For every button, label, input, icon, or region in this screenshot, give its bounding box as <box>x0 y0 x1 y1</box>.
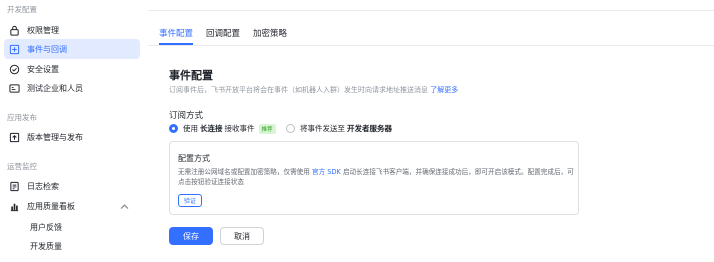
option-text: 接收事件 <box>224 124 255 133</box>
sidebar-item-log-search[interactable]: 日志检索 <box>4 176 140 196</box>
sidebar-section-app-release: 应用发布 <box>7 113 37 122</box>
panel-text: 无需注册公网域名或配置加密策略，仅需使用 <box>178 168 312 176</box>
sidebar-item-quality-dashboard[interactable]: 应用质量看板 <box>4 196 140 216</box>
sidebar-item-label: 事件与回调 <box>27 44 67 54</box>
sidebar-item-label: 版本管理与发布 <box>27 132 83 142</box>
shield-check-icon <box>8 63 21 76</box>
sidebar-item-permissions[interactable]: 权限管理 <box>4 20 140 40</box>
version-icon <box>8 131 21 144</box>
panel-description: 无需注册公网域名或配置加密策略，仅需使用 官方 SDK 启动长连接飞书客户端，并… <box>178 167 574 187</box>
save-button[interactable]: 保存 <box>169 227 213 245</box>
verify-button[interactable]: 验证 <box>178 194 202 207</box>
radio-selected-icon[interactable] <box>169 124 178 133</box>
sidebar-item-label: 日志检索 <box>27 181 59 191</box>
option-text: 将事件发送至 <box>300 124 345 133</box>
sidebar-item-security[interactable]: 安全设置 <box>4 59 140 79</box>
main-content: 事件配置 回调配置 加密策略 事件配置 订阅事件后，飞书开放平台将会在事件（如机… <box>148 11 714 262</box>
option-bold-text: 开发者服务器 <box>347 124 392 133</box>
dashboard-icon <box>8 200 21 213</box>
top-panel-edge <box>148 0 714 11</box>
page-description: 订阅事件后，飞书开放平台将会在事件（如机器人入群）发生时向请求地址推送消息 了解… <box>169 85 458 95</box>
active-tab-indicator <box>159 43 193 45</box>
sidebar-section-dev-config: 开发配置 <box>7 5 37 14</box>
subscription-title: 订阅方式 <box>169 111 204 121</box>
tab-bar: 事件配置 回调配置 加密策略 <box>148 11 714 46</box>
official-sdk-link[interactable]: 官方 SDK <box>312 168 341 176</box>
sidebar-item-version-release[interactable]: 版本管理与发布 <box>4 127 140 147</box>
test-org-icon <box>8 82 21 95</box>
option-text: 使用 <box>183 124 198 133</box>
option-bold-text: 长连接 <box>200 124 223 133</box>
recommended-badge: 推荐 <box>258 123 276 134</box>
learn-more-link[interactable]: 了解更多 <box>430 86 458 94</box>
event-icon <box>8 43 21 56</box>
radio-developer-server[interactable]: 将事件发送至 开发者服务器 <box>286 123 394 134</box>
sidebar-item-label: 权限管理 <box>27 25 59 35</box>
panel-title: 配置方式 <box>178 154 210 163</box>
sidebar: 开发配置 权限管理 事件与回调 安全设置 测试企业和人员 应用发布 版本管理与发… <box>0 0 149 262</box>
sidebar-subitem-user-feedback[interactable]: 用户反馈 <box>30 222 62 233</box>
radio-long-connection[interactable]: 使用 长连接 接收事件 推荐 <box>169 123 276 134</box>
sidebar-subitem-dev-quality[interactable]: 开发质量 <box>30 241 62 252</box>
tab-callback-config[interactable]: 回调配置 <box>206 27 240 39</box>
tab-encryption-policy[interactable]: 加密策略 <box>253 27 287 39</box>
sidebar-section-ops-monitor: 运营监控 <box>7 162 37 171</box>
sidebar-item-label: 应用质量看板 <box>27 201 75 211</box>
log-icon <box>8 180 21 193</box>
lock-icon <box>8 24 21 37</box>
page-title: 事件配置 <box>169 69 213 82</box>
chevron-up-icon[interactable] <box>119 201 130 212</box>
description-text: 订阅事件后，飞书开放平台将会在事件（如机器人入群）发生时向请求地址推送消息 <box>169 86 431 94</box>
sidebar-item-label: 安全设置 <box>27 64 59 74</box>
sidebar-item-events-callbacks[interactable]: 事件与回调 <box>4 39 140 59</box>
tab-event-config[interactable]: 事件配置 <box>159 27 193 39</box>
sidebar-item-label: 测试企业和人员 <box>27 83 83 93</box>
radio-unselected-icon[interactable] <box>286 124 295 133</box>
config-method-panel: 配置方式 无需注册公网域名或配置加密策略，仅需使用 官方 SDK 启动长连接飞书… <box>169 141 579 215</box>
cancel-button[interactable]: 取消 <box>220 227 264 245</box>
sidebar-item-test-org[interactable]: 测试企业和人员 <box>4 78 140 98</box>
